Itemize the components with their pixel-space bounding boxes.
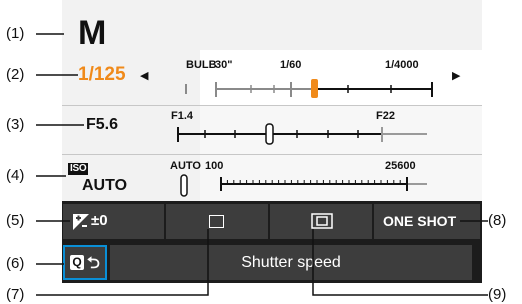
leader-line <box>312 229 488 296</box>
leader-line <box>36 229 209 296</box>
callout-leader-lines <box>36 33 488 296</box>
